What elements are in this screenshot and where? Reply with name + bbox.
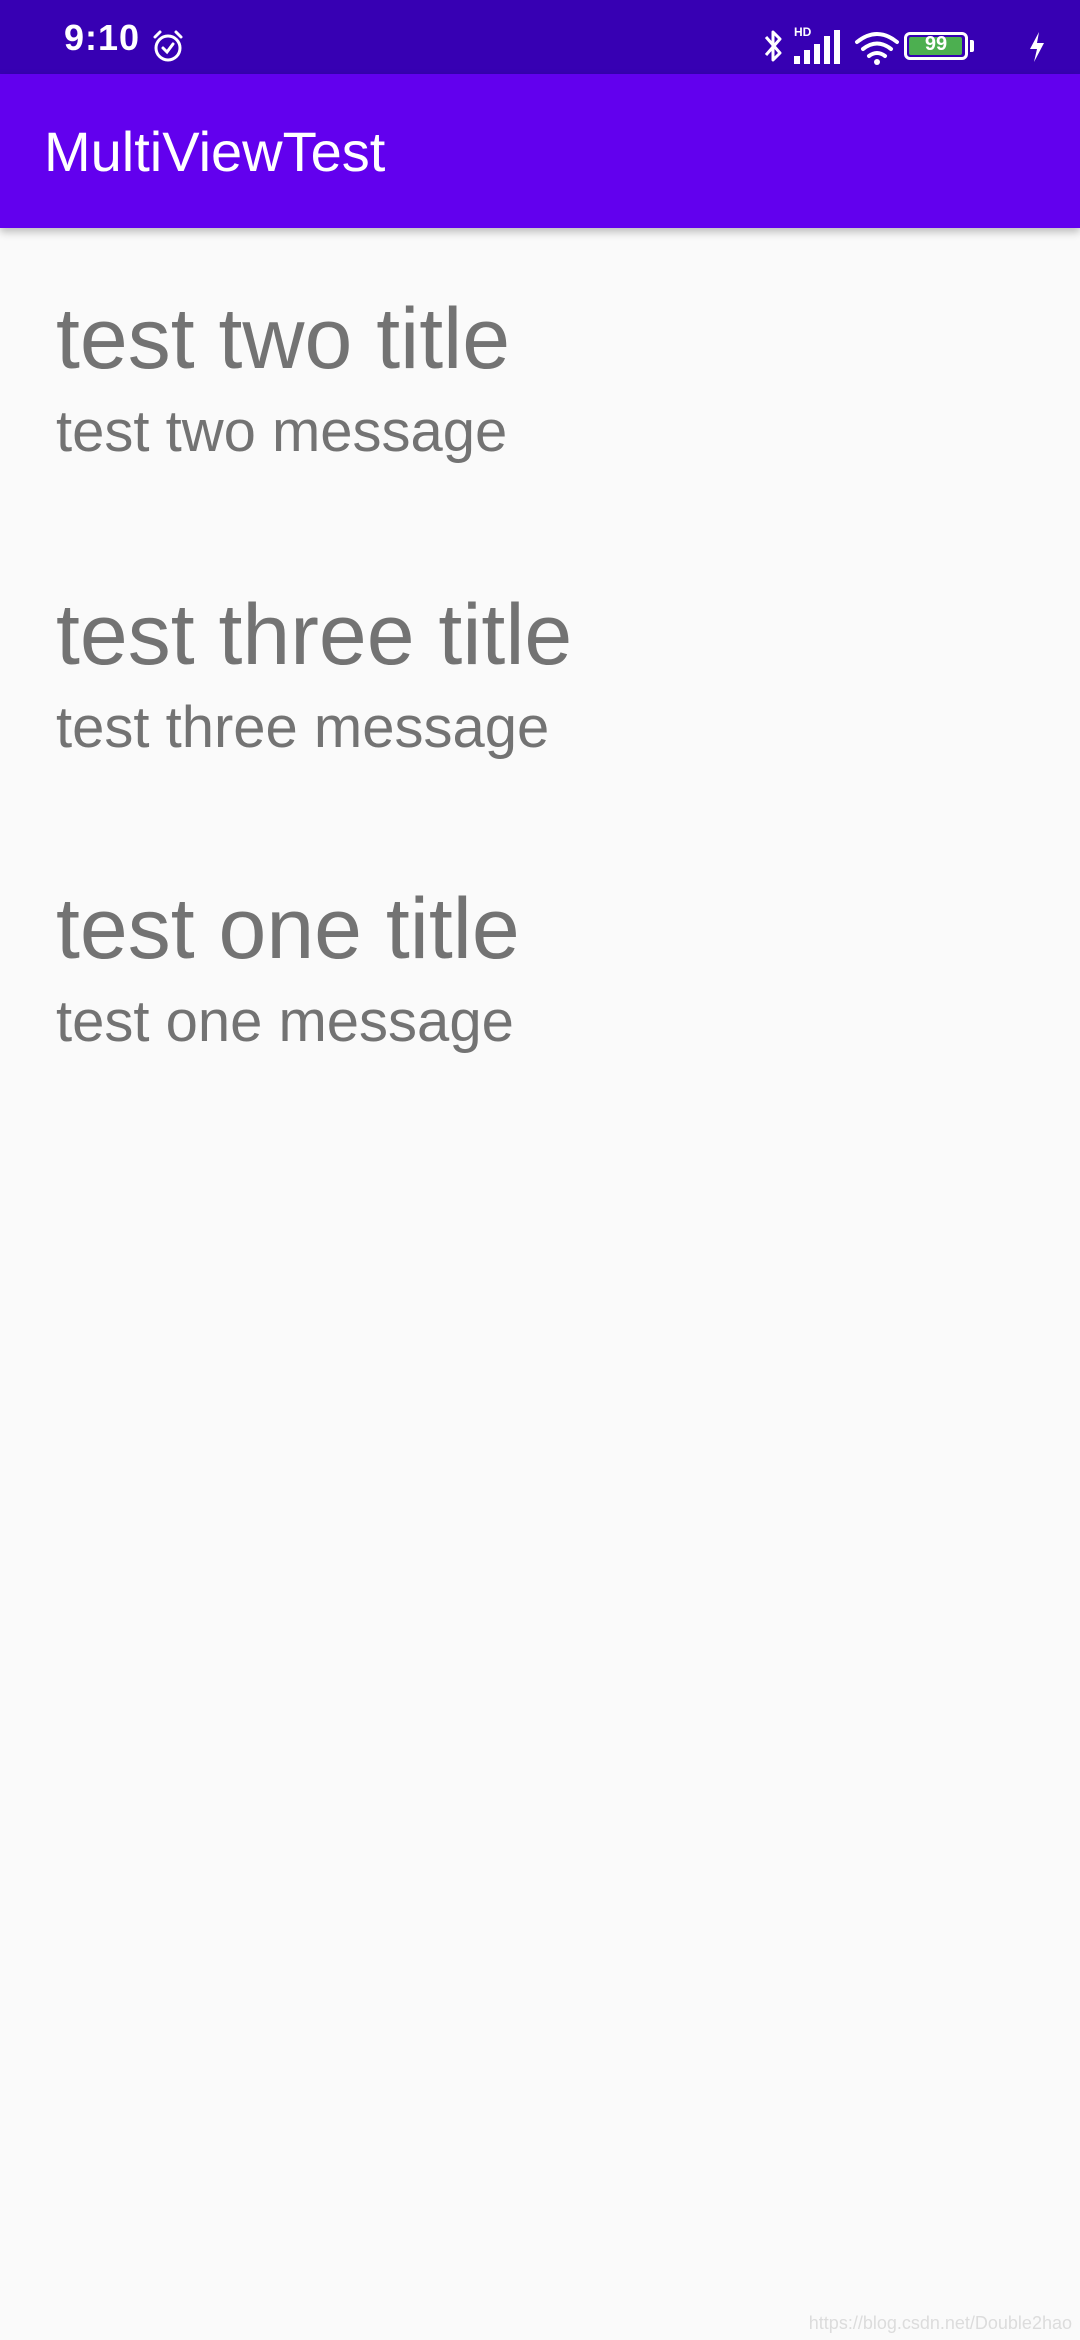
- list-item[interactable]: test three title test three message: [0, 524, 1080, 818]
- screen: 9:10 HD 99 MultiViewTest test two title …: [0, 0, 1080, 2340]
- network-type-label: HD: [794, 26, 812, 39]
- status-time: 9:10: [64, 17, 141, 58]
- battery-tip: [970, 40, 974, 52]
- item-list: test two title test two message test thr…: [0, 228, 1080, 1113]
- item-message: test two message: [56, 399, 508, 464]
- list-item[interactable]: test two title test two message: [0, 228, 1080, 524]
- item-title: test three title: [56, 587, 573, 683]
- wifi-icon: [855, 32, 899, 65]
- battery-level: 99: [924, 33, 948, 55]
- alarm-icon: [153, 30, 183, 62]
- item-title: test two title: [56, 291, 511, 387]
- app-title: MultiViewTest: [44, 120, 386, 183]
- item-title: test one title: [56, 881, 520, 977]
- item-message: test three message: [56, 695, 550, 760]
- signal-icon: HD: [794, 26, 840, 64]
- status-bar: 9:10 HD 99: [0, 0, 1080, 74]
- battery-icon: 99: [904, 32, 968, 60]
- charging-icon: [1030, 32, 1044, 62]
- watermark: https://blog.csdn.net/Double2hao: [808, 2313, 1072, 2333]
- item-message: test one message: [56, 989, 514, 1054]
- bluetooth-icon: [764, 30, 782, 62]
- list-item[interactable]: test one title test one message: [0, 818, 1080, 1113]
- app-bar: MultiViewTest: [0, 74, 1080, 228]
